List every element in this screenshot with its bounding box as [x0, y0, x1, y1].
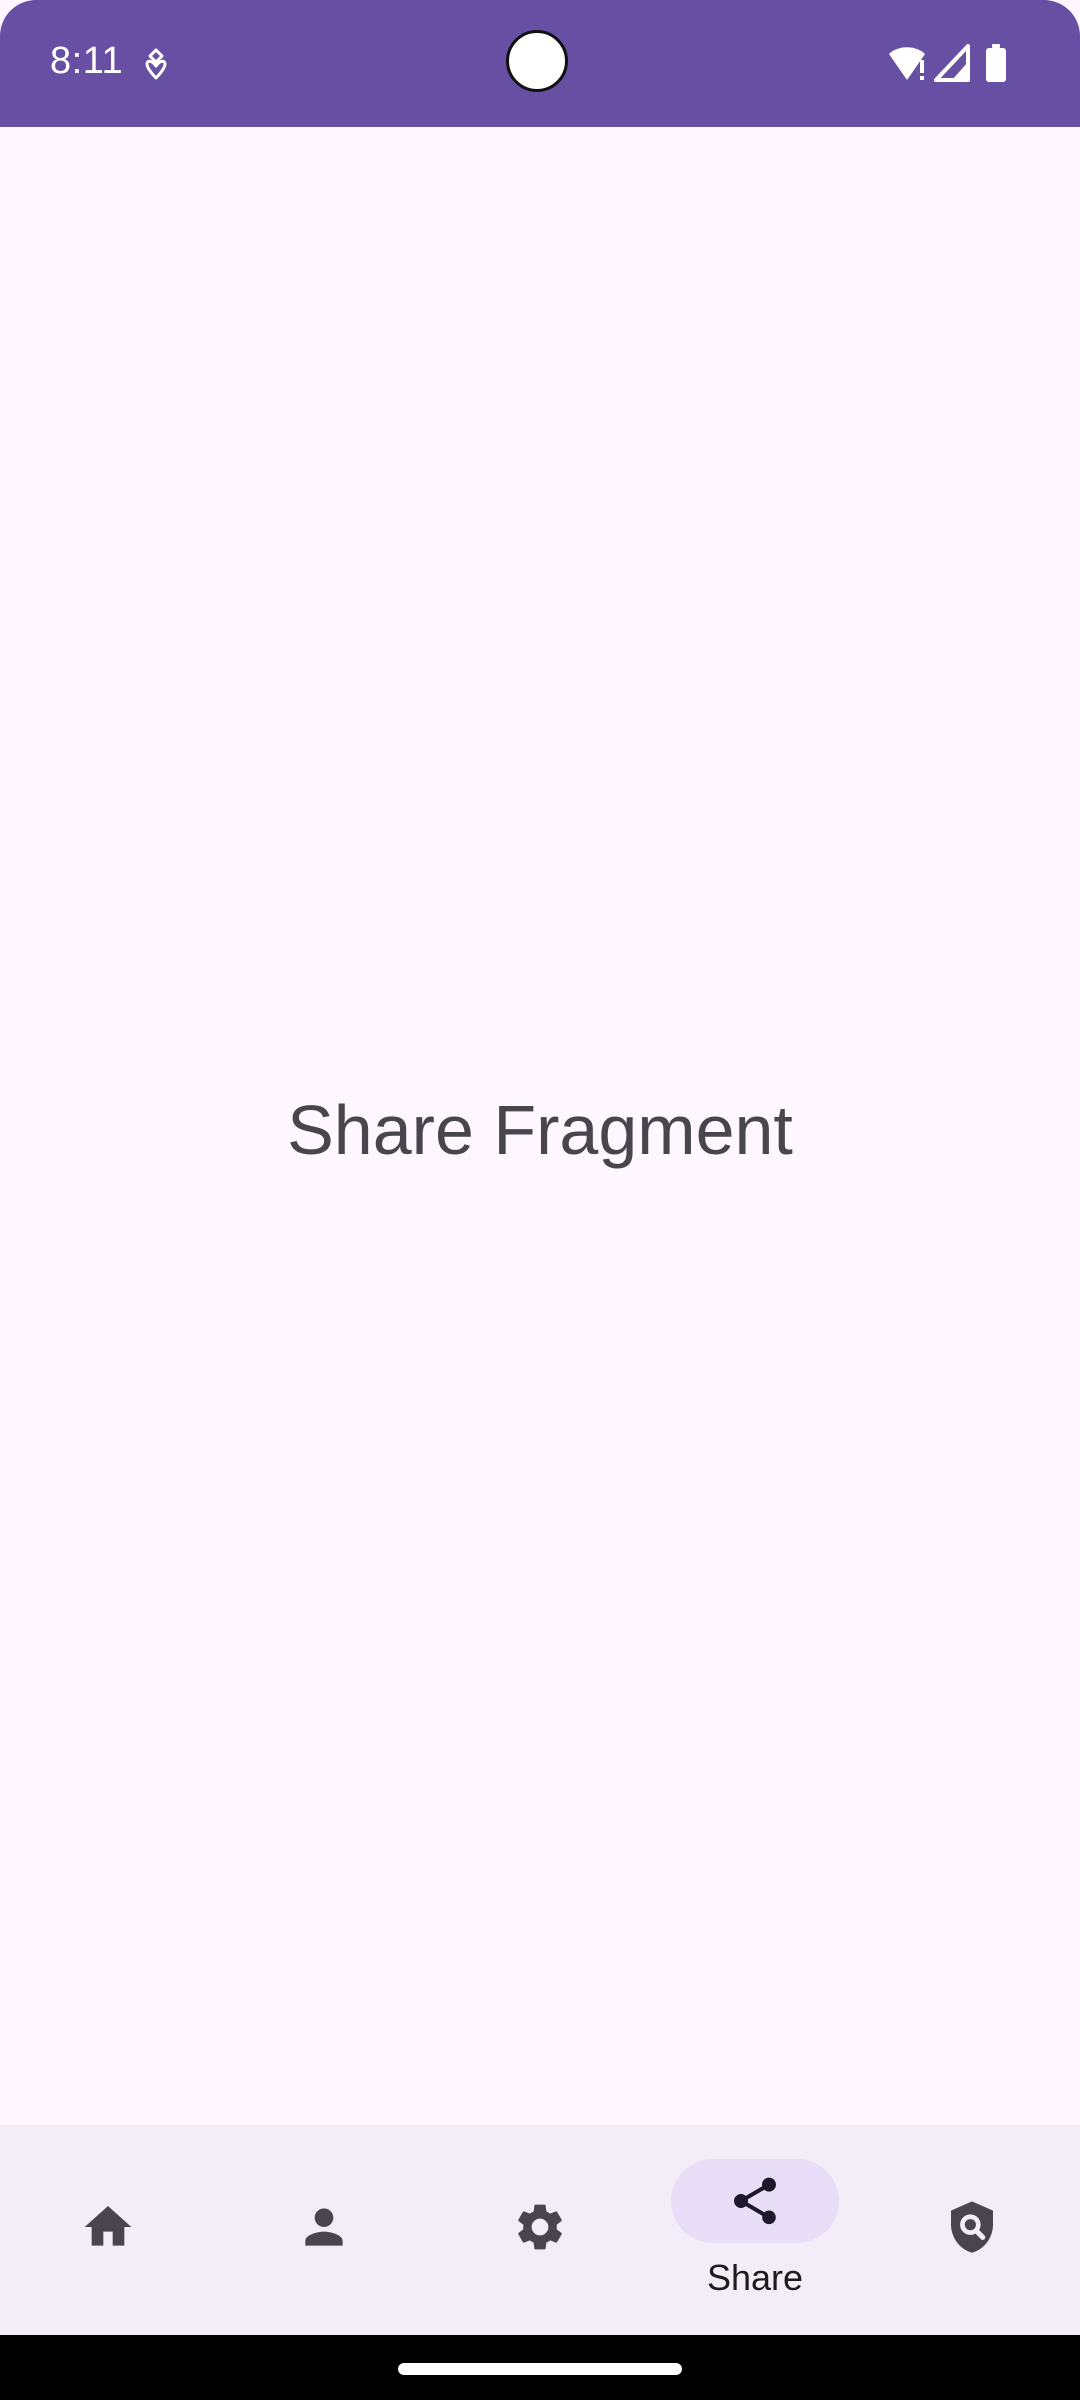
nav-item-home[interactable]	[0, 2125, 216, 2335]
notification-icon	[145, 48, 167, 80]
person-icon	[305, 2208, 343, 2246]
status-bar: 8:11	[0, 0, 1080, 127]
wifi-alert-icon	[889, 47, 925, 80]
nav-item-profile[interactable]	[216, 2125, 432, 2335]
status-time: 8:11	[50, 40, 124, 82]
home-gesture-handle[interactable]	[398, 2363, 682, 2375]
system-navigation-bar	[0, 2335, 1080, 2400]
privacy-search-icon	[951, 2201, 993, 2253]
nav-label-share: Share	[706, 2257, 804, 2298]
share-icon	[734, 2177, 776, 2225]
bottom-navigation: Share	[0, 2125, 1080, 2335]
nav-item-share[interactable]: Share	[647, 2125, 863, 2335]
nav-item-settings[interactable]	[432, 2125, 648, 2335]
battery-icon	[986, 44, 1006, 82]
nav-item-privacy[interactable]	[864, 2125, 1080, 2335]
fragment-title: Share Fragment	[287, 1091, 793, 1169]
camera-cutout	[506, 30, 568, 92]
signal-icon	[934, 44, 970, 82]
settings-icon	[518, 2204, 562, 2250]
home-icon	[84, 2206, 132, 2246]
